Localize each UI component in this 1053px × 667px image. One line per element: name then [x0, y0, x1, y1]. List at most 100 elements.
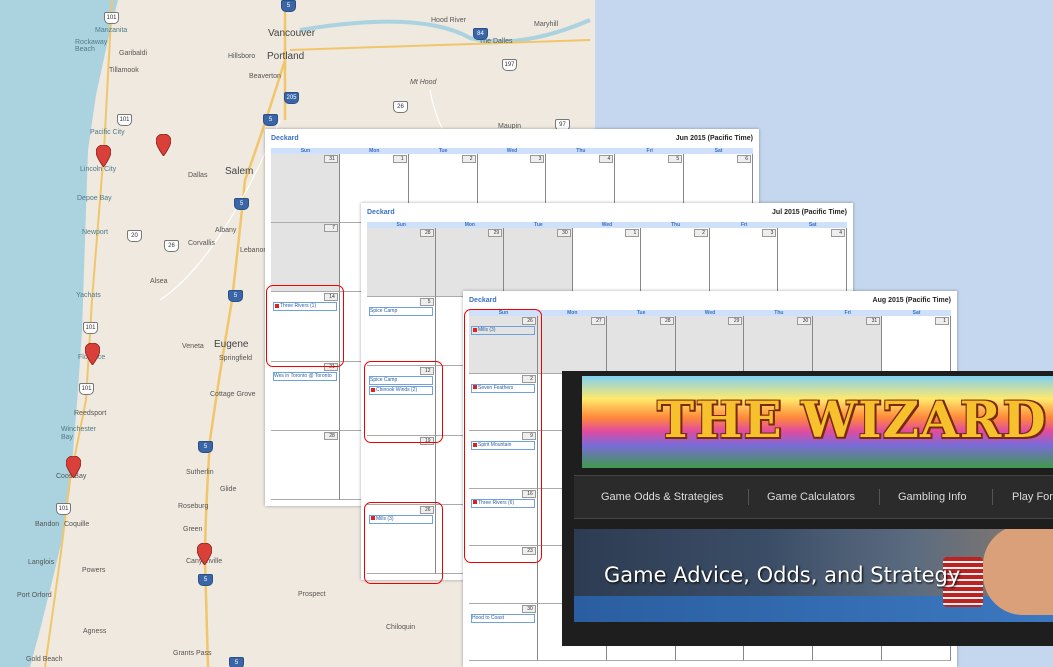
- day-number: 28: [659, 317, 674, 325]
- city-label: Pacific City: [90, 129, 125, 136]
- city-label: Springfield: [219, 355, 253, 362]
- highway-shield: 5: [198, 441, 213, 453]
- city-label: Gold Beach: [26, 656, 63, 663]
- city-label: Prospect: [298, 591, 326, 598]
- highway-shield: 5: [281, 0, 296, 12]
- site-banner[interactable]: THE WIZARD OF ODDS: [582, 376, 1053, 468]
- day-number: 5: [668, 155, 683, 163]
- highway-shield: 197: [502, 59, 517, 71]
- city-label: Green: [183, 526, 203, 533]
- calendar-event[interactable]: Wes in Toronto @ Toronto: [273, 371, 337, 381]
- day-number: 3: [762, 229, 777, 237]
- city-label: Albany: [215, 227, 237, 234]
- nav-game-calculators[interactable]: Game Calculators: [767, 476, 855, 518]
- highway-shield: 205: [284, 92, 299, 104]
- calendar-day-cell[interactable]: 4: [778, 228, 847, 298]
- highway-shield: 5: [229, 657, 244, 667]
- calendar-day-cell[interactable]: 29: [435, 228, 505, 298]
- highway-shield: 84: [473, 28, 488, 40]
- highway-shield: 101: [83, 322, 98, 334]
- hero-title: Game Advice, Odds, and Strategy: [604, 563, 961, 587]
- calendar-day-cell[interactable]: 21 Wes in Toronto @ Toronto: [271, 361, 340, 431]
- day-number: 1: [392, 155, 407, 163]
- city-label: Grants Pass: [173, 650, 212, 657]
- main-nav: Game Odds & Strategies Game Calculators …: [574, 475, 1053, 519]
- city-label: Corvallis: [188, 240, 215, 247]
- mountain-label: Mt Hood: [410, 79, 437, 86]
- calendar-event[interactable]: Hood to Coast: [471, 613, 535, 623]
- nav-divider: [879, 489, 880, 505]
- nav-play-for[interactable]: Play For: [1012, 476, 1053, 518]
- city-label: Maryhill: [534, 21, 559, 28]
- calendar-day-cell[interactable]: 19: [367, 435, 436, 505]
- calendar-day-cell[interactable]: 30: [744, 316, 814, 374]
- calendar-owner: Deckard: [469, 297, 497, 304]
- map-pin-icon[interactable]: [96, 145, 111, 167]
- calendar-month-title: Aug 2015 (Pacific Time): [872, 297, 951, 304]
- city-label: Veneta: [182, 343, 204, 350]
- city-label: Bandon: [35, 521, 60, 528]
- calendar-day-cell[interactable]: 7: [271, 223, 340, 293]
- highlight-box: [464, 309, 542, 563]
- calendar-day-cell[interactable]: 28: [367, 228, 436, 298]
- city-label: Port Orford: [17, 592, 52, 599]
- nav-divider: [992, 489, 993, 505]
- site-logo[interactable]: THE WIZARD OF ODDS: [657, 390, 1053, 449]
- day-number: 4: [599, 155, 614, 163]
- city-label: Rockaway Beach: [75, 39, 108, 53]
- city-label: Eugene: [214, 339, 249, 350]
- calendar-day-cell[interactable]: 28: [271, 430, 340, 500]
- day-number: 31: [866, 317, 881, 325]
- city-label: Salem: [225, 166, 254, 177]
- map-pin-icon[interactable]: [66, 456, 81, 478]
- calendar-day-cell[interactable]: 29: [675, 316, 745, 374]
- highlight-box: [364, 502, 443, 584]
- highway-shield: 101: [104, 12, 119, 24]
- city-label: Depoe Bay: [77, 195, 112, 202]
- map-pin-icon[interactable]: [85, 343, 100, 365]
- day-number: 6: [736, 155, 751, 163]
- calendar-day-cell[interactable]: 27: [537, 316, 607, 374]
- city-label: Yachats: [76, 292, 101, 299]
- highway-shield: 5: [234, 198, 249, 210]
- map-pin-icon[interactable]: [197, 543, 212, 565]
- calendar-day-cell[interactable]: 31: [271, 154, 340, 224]
- wizard-of-odds-window: THE WIZARD OF ODDS Game Odds & Strategie…: [562, 371, 1053, 646]
- nav-game-odds[interactable]: Game Odds & Strategies: [601, 476, 723, 518]
- calendar-day-cell[interactable]: 3: [709, 228, 779, 298]
- city-label: Beaverton: [249, 73, 281, 80]
- day-number: 31: [323, 155, 338, 163]
- map-pin-icon[interactable]: [156, 134, 171, 156]
- day-number: 28: [419, 229, 434, 237]
- city-label: Lebanon: [240, 247, 268, 254]
- city-label: Tillamook: [109, 67, 139, 74]
- city-label: Roseburg: [178, 503, 209, 510]
- nav-gambling-info[interactable]: Gambling Info: [898, 476, 966, 518]
- highway-shield: 20: [127, 230, 142, 242]
- highway-shield: 26: [393, 101, 408, 113]
- calendar-day-cell[interactable]: 31: [813, 316, 883, 374]
- hero-banner: Game Advice, Odds, and Strategy: [574, 529, 1053, 622]
- day-number: 29: [488, 229, 503, 237]
- day-number: 1: [625, 229, 640, 237]
- calendar-day-cell[interactable]: 1: [882, 316, 951, 374]
- calendar-day-cell[interactable]: 5 Spice Camp: [367, 297, 436, 367]
- calendar-month-title: Jun 2015 (Pacific Time): [675, 135, 753, 142]
- city-label: Portland: [267, 51, 305, 62]
- calendar-day-cell[interactable]: 1: [572, 228, 642, 298]
- calendar-day-cell[interactable]: 30: [504, 228, 573, 298]
- city-label: Manzanita: [95, 27, 128, 34]
- city-label: Vancouver: [268, 28, 316, 39]
- city-label: Hillsboro: [228, 53, 256, 60]
- calendar-event[interactable]: Spice Camp: [369, 307, 433, 317]
- calendar-day-cell[interactable]: 28: [606, 316, 676, 374]
- calendar-day-cell[interactable]: 30 Hood to Coast: [469, 603, 538, 661]
- event-label: Wes in Toronto @ Toronto: [274, 372, 332, 379]
- city-label: Powers: [82, 567, 106, 574]
- day-number: 29: [728, 317, 743, 325]
- city-label: Coquille: [64, 521, 90, 528]
- day-number: 30: [556, 229, 571, 237]
- highway-shield: 101: [117, 114, 132, 126]
- calendar-day-cell[interactable]: 2: [641, 228, 710, 298]
- calendar-owner: Deckard: [271, 135, 299, 142]
